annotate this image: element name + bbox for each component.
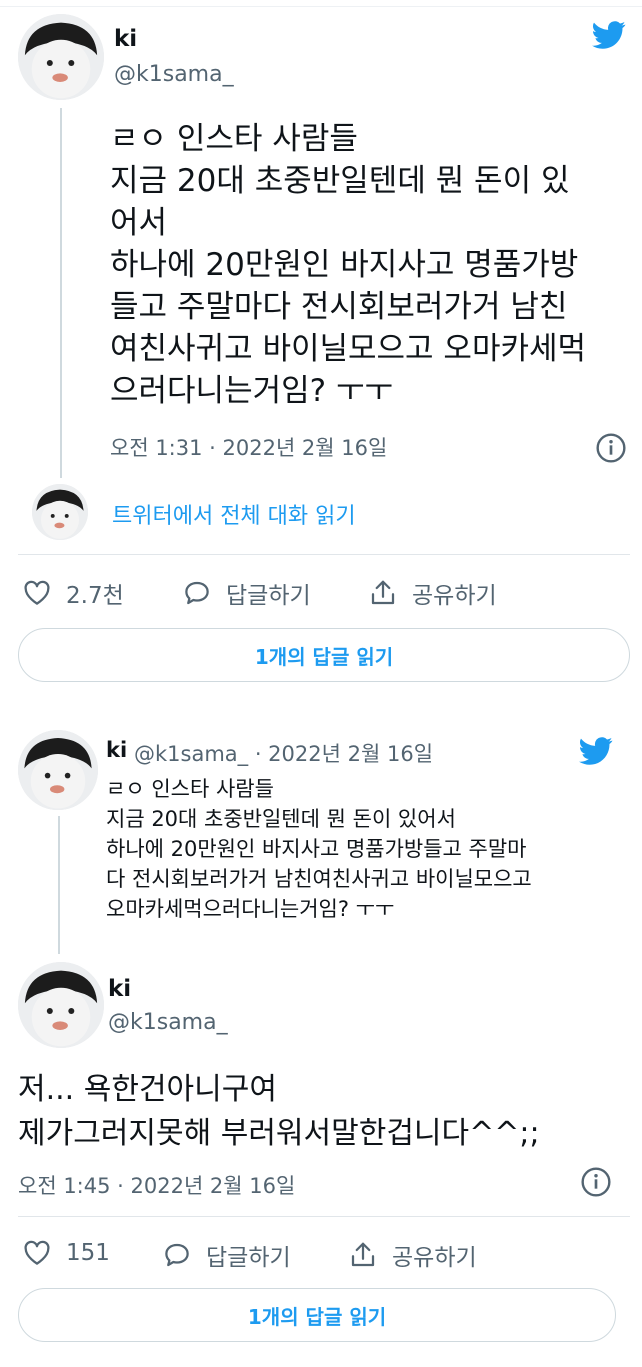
like-count: 2.7천 [66,583,124,609]
twitter-bird-icon[interactable] [589,18,629,52]
reply-label: 답글하기 [226,583,311,609]
heart-icon [22,578,52,608]
tweet-timestamp[interactable]: 오전 1:45 · 2022년 2월 16일 [18,1170,295,1200]
twitter-bird-icon[interactable] [576,734,616,768]
info-icon[interactable] [595,432,627,464]
share-button[interactable]: 공유하기 [348,1238,477,1272]
avatar[interactable] [18,730,98,810]
reply-button[interactable]: 답글하기 [182,576,311,610]
read-full-conversation-link[interactable]: 트위터에서 전체 대화 읽기 [112,498,356,530]
quoted-tweet-text: ㄹㅇ 인스타 사람들 지금 20대 초중반일텐데 뭔 돈이 있어서 하나에 20… [106,777,532,921]
avatar[interactable] [18,962,104,1048]
share-label: 공유하기 [412,583,497,609]
reply-button[interactable]: 답글하기 [162,1238,291,1272]
user-handle[interactable]: @k1sama_ [114,62,234,87]
tweet-timestamp[interactable]: 오전 1:31 · 2022년 2월 16일 [110,432,387,462]
divider [18,554,630,555]
like-count: 151 [66,1240,110,1266]
read-replies-button[interactable]: 1개의 답글 읽기 [18,1288,616,1342]
user-name[interactable]: ki [108,976,131,1002]
quoted-user-name[interactable]: ki [106,738,127,762]
thread-line [60,108,62,478]
user-handle[interactable]: @k1sama_ [108,1010,228,1035]
share-button[interactable]: 공유하기 [368,576,497,610]
read-replies-button[interactable]: 1개의 답글 읽기 [18,628,630,682]
user-name[interactable]: ki [114,26,137,52]
like-button[interactable]: 151 [22,1238,110,1268]
reply-label: 답글하기 [206,1245,291,1271]
divider [18,1216,630,1217]
top-divider [0,6,642,7]
like-button[interactable]: 2.7천 [22,576,124,610]
heart-icon [22,1238,52,1268]
avatar[interactable] [18,14,104,100]
avatar[interactable] [32,484,88,540]
share-arrow-icon [348,1240,378,1270]
tweet-text: 저... 욕한건아니구여 제가그러지못해 부러워서말한겁니다^^;; [18,1072,540,1151]
info-icon[interactable] [580,1166,612,1198]
speech-bubble-icon [162,1240,192,1270]
share-label: 공유하기 [392,1245,477,1271]
share-arrow-icon [368,578,398,608]
thread-line [58,816,60,954]
quoted-handle-date[interactable]: @k1sama_ · 2022년 2월 16일 [134,738,433,768]
speech-bubble-icon [182,578,212,608]
tweet-text: ㄹㅇ 인스타 사람들 지금 20대 초중반일텐데 뭔 돈이 있 어서 하나에 2… [110,121,587,409]
